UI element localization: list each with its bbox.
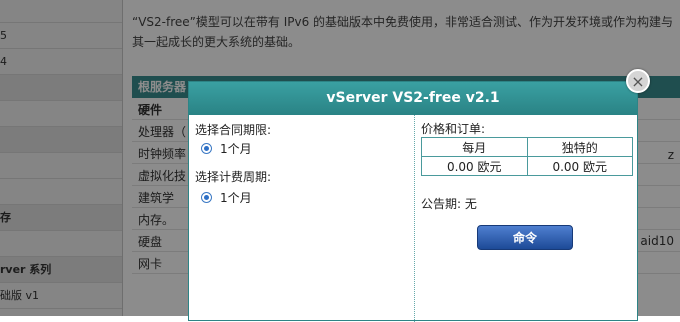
billing-cycle-label: 选择计费周期: — [195, 170, 272, 184]
order-dialog: vServer VS2-free v2.1 选择合同期限: 1个月 选择计费周期… — [188, 81, 638, 322]
price-value-monthly: 0.00 欧元 — [421, 156, 528, 176]
billing-cycle-value: 1个月 — [220, 190, 252, 205]
order-button[interactable]: 命令 — [477, 225, 573, 250]
price-table: 每月 独特的 0.00 欧元 0.00 欧元 — [421, 137, 633, 176]
options-pane: 选择合同期限: 1个月 选择计费周期: 1个月 — [189, 115, 415, 322]
price-header-monthly: 每月 — [421, 137, 528, 157]
price-value-onetime: 0.00 欧元 — [526, 156, 633, 176]
radio-selected-icon[interactable] — [201, 142, 212, 154]
billing-cycle-option[interactable]: 1个月 — [201, 190, 252, 205]
close-icon[interactable]: × — [626, 69, 650, 93]
price-header-onetime: 独特的 — [526, 137, 633, 157]
contract-term-label: 选择合同期限: — [195, 123, 272, 137]
contract-term-option[interactable]: 1个月 — [201, 141, 252, 156]
dialog-title: vServer VS2-free v2.1 — [189, 82, 637, 115]
contract-term-value: 1个月 — [220, 141, 252, 156]
notice-period: 公告期: 无 — [421, 197, 477, 211]
price-order-label: 价格和订单: — [421, 122, 486, 136]
price-pane: 价格和订单: 每月 独特的 0.00 欧元 0.00 欧元 公告期: 无 命令 — [415, 115, 637, 322]
radio-selected-icon[interactable] — [201, 191, 212, 203]
